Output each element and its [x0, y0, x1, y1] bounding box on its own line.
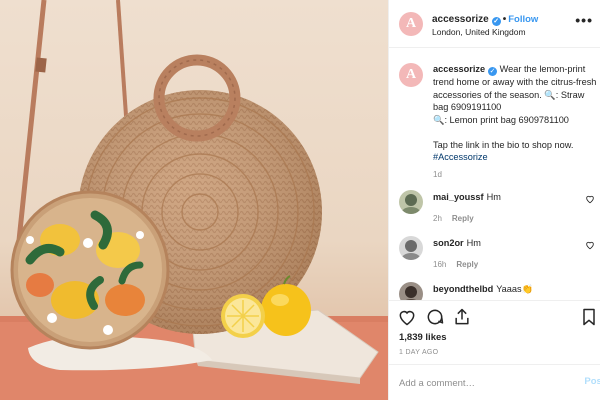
- add-comment-bar: Post: [389, 364, 600, 400]
- lemon-whole: [261, 284, 311, 336]
- comment-meta: 16h Reply: [433, 260, 478, 269]
- commenter-avatar[interactable]: [399, 282, 423, 300]
- caption-avatar[interactable]: A: [399, 63, 423, 87]
- comment-item: beyondthelbd Yaaas👏: [389, 282, 600, 300]
- avatar[interactable]: A: [399, 12, 423, 36]
- comment-username[interactable]: beyondthelbd: [433, 284, 493, 294]
- add-comment-input[interactable]: [399, 375, 564, 391]
- post-header-account: accessorize ✓ • Follow: [432, 14, 538, 26]
- hashtag-link[interactable]: #Accessorize: [433, 152, 488, 162]
- comment-time[interactable]: 16h: [433, 260, 446, 269]
- caption-text-3: Tap the link in the bio to shop now.: [433, 139, 574, 150]
- comment-time[interactable]: 2h: [433, 214, 442, 223]
- username-link[interactable]: accessorize: [432, 14, 489, 25]
- verified-badge-icon: ✓: [488, 67, 498, 76]
- comment-text: mai_youssf Hm: [433, 192, 501, 202]
- likes-count[interactable]: 1,839 likes: [399, 332, 447, 343]
- heart-icon[interactable]: [397, 307, 417, 327]
- heart-icon[interactable]: [585, 240, 595, 250]
- comment-item: son2or Hm 16h Reply: [389, 236, 600, 282]
- more-options-icon[interactable]: •••: [575, 12, 593, 28]
- commenter-avatar[interactable]: [399, 190, 423, 214]
- verified-badge-icon: ✓: [491, 17, 501, 26]
- comment-username[interactable]: son2or: [433, 238, 464, 248]
- comment-username[interactable]: mai_youssf: [433, 192, 484, 202]
- post-header: A accessorize ✓ • Follow London, United Kin…: [389, 0, 600, 48]
- comments-section[interactable]: A accessorize ✓ Wear the lemon-print tren…: [389, 48, 600, 300]
- separator-dot: •: [502, 14, 507, 25]
- bookmark-icon[interactable]: [579, 307, 599, 327]
- reply-button[interactable]: Reply: [456, 260, 478, 269]
- product-photo-illustration: [0, 0, 388, 400]
- caption-time[interactable]: 1d: [433, 170, 442, 179]
- location-link[interactable]: London, United Kingdom: [432, 27, 526, 37]
- comment-text: son2or Hm: [433, 238, 481, 248]
- post-details-panel: A accessorize ✓ • Follow London, United Kin…: [388, 0, 600, 400]
- comment-item: mai_youssf Hm 2h Reply: [389, 190, 600, 236]
- comment-text: beyondthelbd Yaaas👏: [433, 284, 534, 294]
- share-icon[interactable]: [452, 307, 472, 327]
- comment-meta: 2h Reply: [433, 214, 474, 223]
- commenter-avatar[interactable]: [399, 236, 423, 260]
- reply-button[interactable]: Reply: [452, 214, 474, 223]
- caption-username[interactable]: accessorize: [433, 64, 485, 74]
- heart-icon[interactable]: [585, 194, 595, 204]
- comment-icon[interactable]: [425, 307, 445, 327]
- follow-button[interactable]: Follow: [508, 14, 538, 25]
- post-actions: 1,839 likes 1 DAY AGO: [389, 300, 600, 372]
- post-photo[interactable]: [0, 0, 388, 400]
- caption-text-2: 🔍: Lemon print bag 6909781100: [433, 114, 569, 125]
- post-timestamp[interactable]: 1 DAY AGO: [399, 349, 438, 356]
- post-caption: accessorize ✓ Wear the lemon-print trend …: [433, 63, 597, 164]
- post-comment-button[interactable]: Post: [584, 376, 600, 387]
